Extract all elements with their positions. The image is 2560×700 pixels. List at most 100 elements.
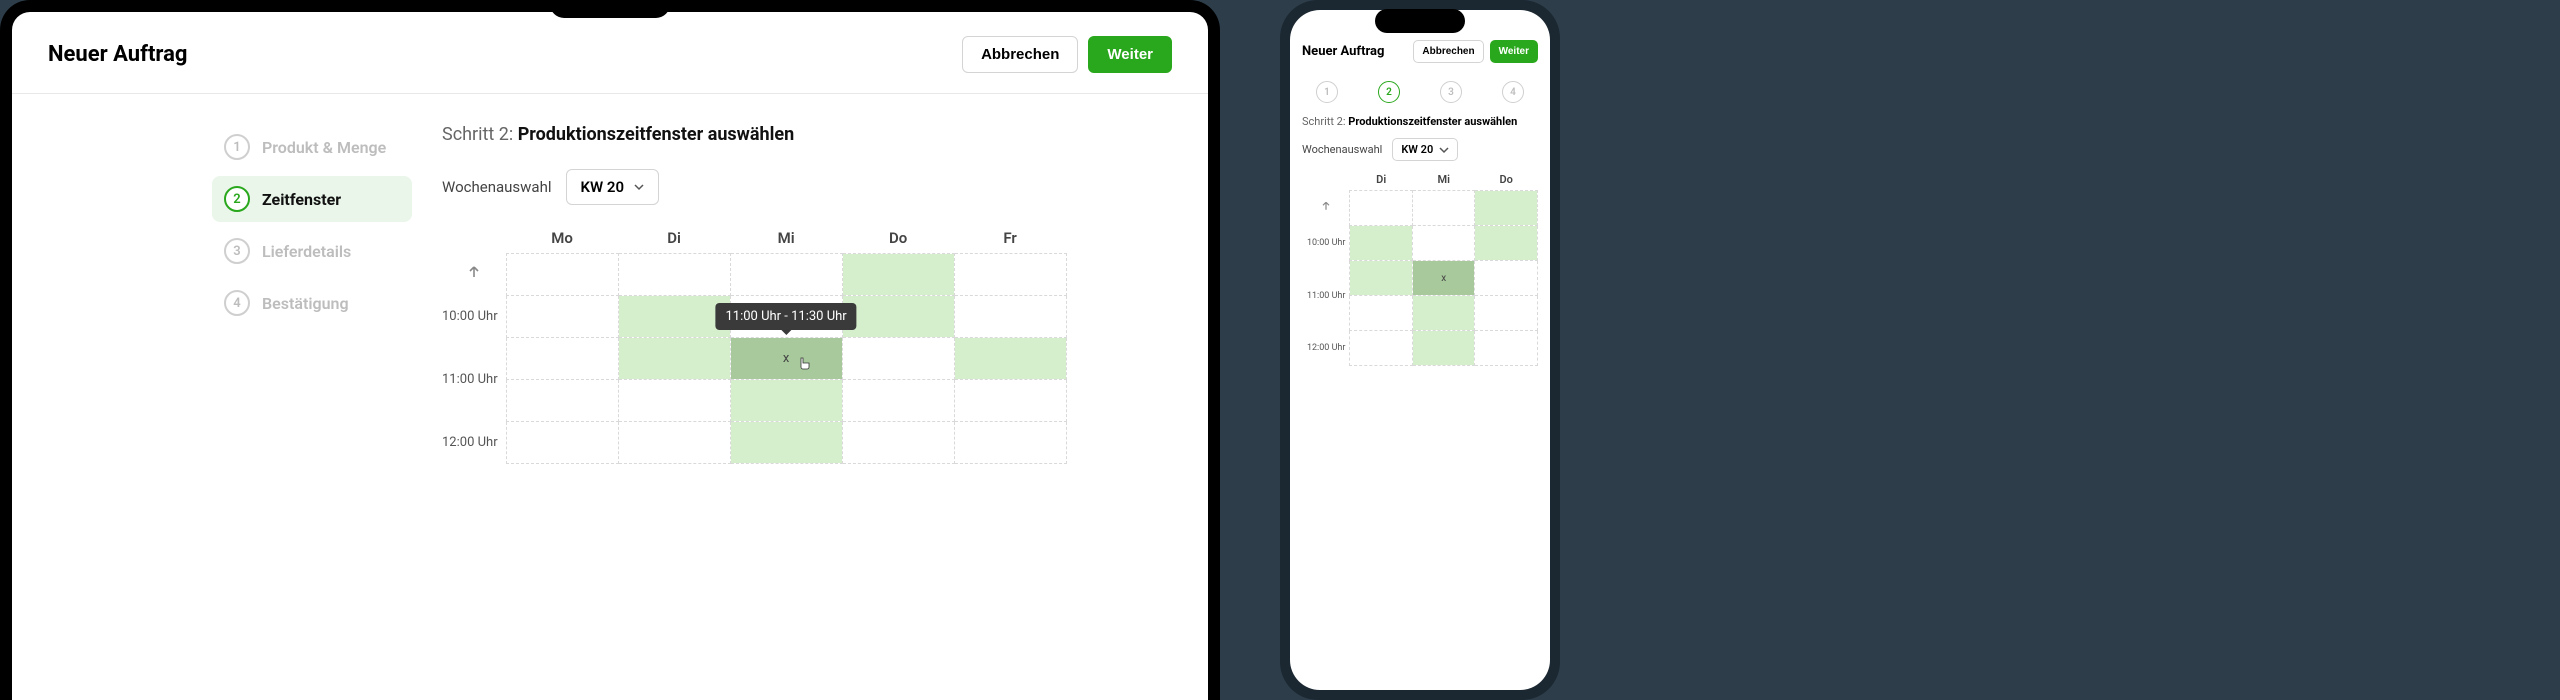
next-button[interactable]: Weiter bbox=[1088, 36, 1172, 73]
day-header: Di bbox=[1350, 173, 1412, 191]
time-slot[interactable] bbox=[954, 380, 1066, 422]
time-slot[interactable] bbox=[506, 338, 618, 380]
scroll-up-icon[interactable] bbox=[1302, 191, 1350, 226]
time-slot[interactable] bbox=[1475, 331, 1538, 366]
main-content: Schritt 2: Produktionszeitfenster auswäh… bbox=[412, 124, 1178, 700]
time-slot[interactable] bbox=[1475, 191, 1538, 226]
tablet-screen: Neuer Auftrag Abbrechen Weiter 1 Produkt… bbox=[12, 12, 1208, 700]
time-slot[interactable] bbox=[954, 254, 1066, 296]
time-slot[interactable] bbox=[1475, 261, 1538, 296]
week-selector-row: Wochenauswahl KW 20 bbox=[442, 169, 1178, 205]
time-slot[interactable] bbox=[618, 380, 730, 422]
time-slot[interactable] bbox=[842, 296, 954, 338]
week-select[interactable]: KW 20 bbox=[566, 169, 660, 205]
body: 1 Produkt & Menge 2 Zeitfenster 3 Liefer… bbox=[12, 94, 1208, 700]
time-slot[interactable] bbox=[506, 254, 618, 296]
time-slot-selected[interactable]: 11:00 Uhr - 11:30 Uhr x bbox=[730, 338, 842, 380]
time-slot[interactable] bbox=[954, 296, 1066, 338]
day-header: Fr bbox=[954, 229, 1066, 254]
time-slot[interactable] bbox=[1412, 191, 1475, 226]
slot-tooltip: 11:00 Uhr - 11:30 Uhr bbox=[715, 303, 856, 330]
time-slot[interactable] bbox=[730, 254, 842, 296]
page-title: Neuer Auftrag bbox=[48, 42, 952, 67]
step-number: 2 bbox=[224, 186, 250, 212]
time-slot[interactable] bbox=[506, 296, 618, 338]
remove-slot-icon[interactable]: x bbox=[783, 351, 789, 366]
time-label: 12:00 Uhr bbox=[1302, 331, 1350, 366]
step-label: Produkt & Menge bbox=[262, 138, 386, 157]
time-slot[interactable] bbox=[1412, 296, 1475, 331]
step-number: 1 bbox=[224, 134, 250, 160]
step-circle[interactable]: 3 bbox=[1440, 81, 1462, 103]
step-number: 4 bbox=[224, 290, 250, 316]
step-list: 1 Produkt & Menge 2 Zeitfenster 3 Liefer… bbox=[212, 124, 412, 700]
time-slot[interactable] bbox=[730, 380, 842, 422]
step-heading: Schritt 2: Produktionszeitfenster auswäh… bbox=[1302, 115, 1538, 128]
heading-strong: Produktionszeitfenster auswählen bbox=[1348, 115, 1517, 128]
step-circle[interactable]: 1 bbox=[1316, 81, 1338, 103]
time-slot[interactable] bbox=[1350, 331, 1412, 366]
chevron-down-icon bbox=[634, 182, 644, 192]
time-slot[interactable] bbox=[618, 338, 730, 380]
time-slot[interactable] bbox=[1350, 191, 1412, 226]
week-label: Wochenauswahl bbox=[442, 178, 552, 196]
day-header: Mo bbox=[506, 229, 618, 254]
step-circle[interactable]: 4 bbox=[1502, 81, 1524, 103]
page-title: Neuer Auftrag bbox=[1302, 44, 1407, 59]
time-slot[interactable] bbox=[618, 254, 730, 296]
next-button[interactable]: Weiter bbox=[1490, 40, 1538, 63]
heading-strong: Produktionszeitfenster auswählen bbox=[518, 124, 795, 145]
remove-slot-icon[interactable]: x bbox=[1441, 273, 1446, 284]
step-number: 3 bbox=[224, 238, 250, 264]
week-selected-value: KW 20 bbox=[1401, 143, 1433, 156]
time-slot[interactable] bbox=[842, 422, 954, 464]
time-slot[interactable] bbox=[1350, 296, 1412, 331]
step-timeslot[interactable]: 2 Zeitfenster bbox=[212, 176, 412, 222]
pointer-cursor-icon bbox=[795, 356, 813, 374]
main-content-mobile: Schritt 2: Produktionszeitfenster auswäh… bbox=[1290, 111, 1550, 690]
time-slot[interactable] bbox=[842, 338, 954, 380]
phone-device: Neuer Auftrag Abbrechen Weiter 1 2 3 4 S… bbox=[1280, 0, 1560, 700]
cancel-button[interactable]: Abbrechen bbox=[1413, 40, 1483, 63]
time-slot[interactable] bbox=[954, 338, 1066, 380]
calendar-grid-mobile: Di Mi Do 10:00 Uhr bbox=[1302, 173, 1538, 366]
day-header: Do bbox=[1475, 173, 1538, 191]
week-select[interactable]: KW 20 bbox=[1392, 138, 1458, 161]
time-slot[interactable] bbox=[1412, 226, 1475, 261]
time-label: 11:00 Uhr bbox=[442, 338, 506, 422]
step-label: Bestätigung bbox=[262, 294, 349, 313]
scroll-up-icon[interactable] bbox=[442, 254, 506, 296]
phone-screen: Neuer Auftrag Abbrechen Weiter 1 2 3 4 S… bbox=[1290, 10, 1550, 690]
step-circle[interactable]: 2 bbox=[1378, 81, 1400, 103]
tablet-notch bbox=[550, 0, 670, 18]
time-slot[interactable] bbox=[506, 422, 618, 464]
time-slot[interactable] bbox=[1475, 296, 1538, 331]
step-label: Lieferdetails bbox=[262, 242, 351, 261]
step-product[interactable]: 1 Produkt & Menge bbox=[212, 124, 412, 170]
time-slot-selected[interactable]: x bbox=[1412, 261, 1475, 296]
time-slot[interactable] bbox=[730, 422, 842, 464]
time-slot[interactable] bbox=[1475, 226, 1538, 261]
calendar: Mo Di Mi Do Fr bbox=[442, 229, 1178, 464]
time-slot[interactable] bbox=[842, 254, 954, 296]
phone-notch bbox=[1375, 9, 1465, 33]
time-label: 10:00 Uhr bbox=[442, 296, 506, 338]
heading-prefix: Schritt 2: bbox=[1302, 115, 1348, 128]
day-header: Do bbox=[842, 229, 954, 254]
day-header: Mi bbox=[1412, 173, 1475, 191]
time-label: 11:00 Uhr bbox=[1302, 261, 1350, 331]
time-slot[interactable] bbox=[1350, 226, 1412, 261]
week-selector-row: Wochenauswahl KW 20 bbox=[1302, 138, 1538, 161]
time-slot[interactable] bbox=[618, 296, 730, 338]
time-slot[interactable] bbox=[618, 422, 730, 464]
tablet-device: Neuer Auftrag Abbrechen Weiter 1 Produkt… bbox=[0, 0, 1220, 700]
time-slot[interactable] bbox=[954, 422, 1066, 464]
time-slot[interactable] bbox=[506, 380, 618, 422]
time-slot[interactable] bbox=[1350, 261, 1412, 296]
time-slot[interactable] bbox=[842, 380, 954, 422]
time-slot[interactable] bbox=[1412, 331, 1475, 366]
step-confirm[interactable]: 4 Bestätigung bbox=[212, 280, 412, 326]
time-label: 10:00 Uhr bbox=[1302, 226, 1350, 261]
step-delivery[interactable]: 3 Lieferdetails bbox=[212, 228, 412, 274]
cancel-button[interactable]: Abbrechen bbox=[962, 36, 1078, 73]
